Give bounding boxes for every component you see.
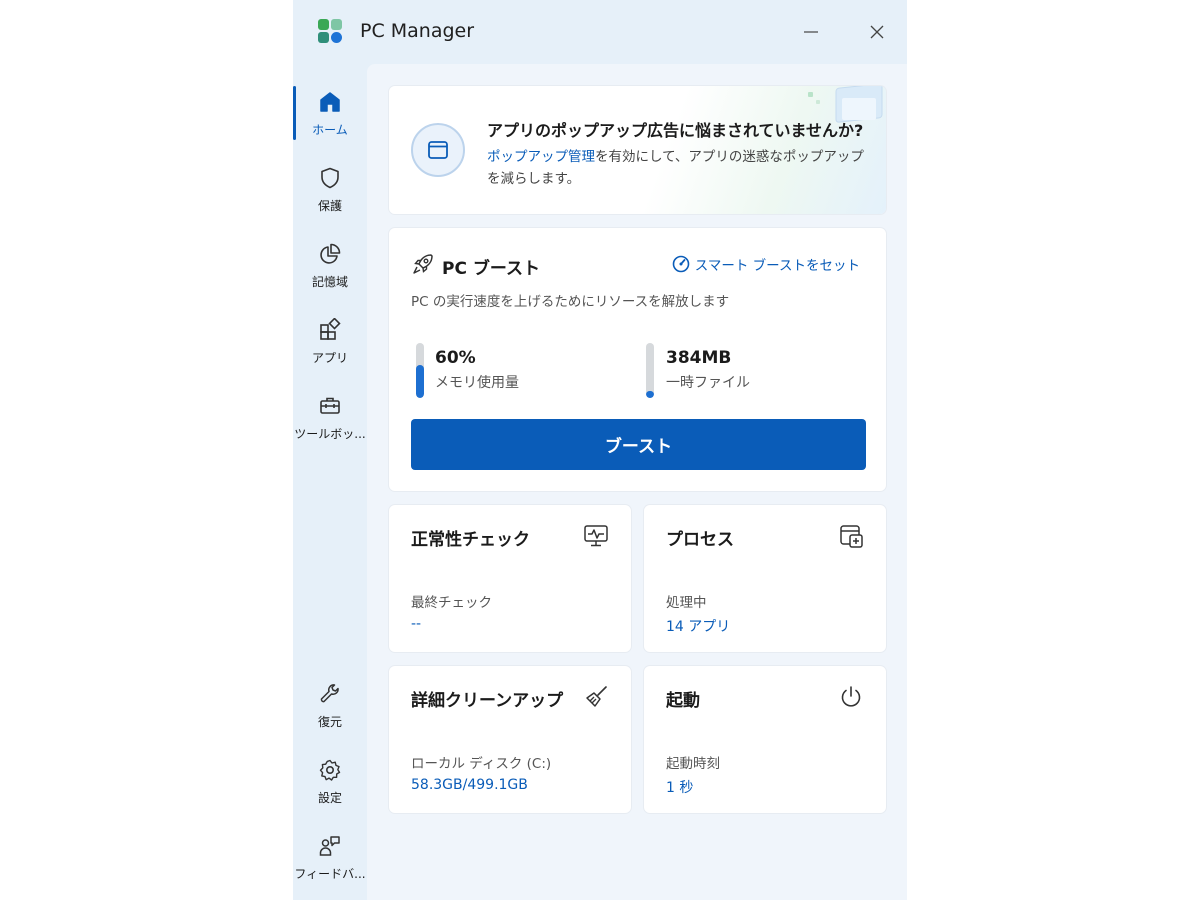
pc-boost-card: PC ブースト スマート ブーストをセット PC の実行速度を上げるためにリソー… [389, 228, 886, 491]
health-check-value: -- [411, 616, 422, 632]
sidebar-item-feedback[interactable]: フィードバ... [293, 828, 367, 898]
rocket-icon [413, 254, 433, 274]
sidebar-item-label: 設定 [317, 791, 342, 805]
popup-promo-card[interactable]: アプリのポップアップ広告に悩まされていませんか? ポップアップ管理を有効にして、… [389, 86, 886, 214]
home-icon [320, 92, 340, 112]
startup-title: 起動 [666, 691, 700, 711]
sidebar-item-storage[interactable]: 記憶域 [293, 236, 367, 306]
boost-description: PC の実行速度を上げるためにリソースを解放します [411, 294, 730, 310]
popup-window-icon [428, 141, 448, 159]
process-card[interactable]: プロセス 処理中 14 アプリ [644, 505, 886, 652]
sidebar-item-label: ホーム [312, 123, 348, 137]
sidebar-item-home[interactable]: ホーム [293, 84, 367, 154]
app-logo-icon [318, 19, 342, 43]
gear-icon [319, 759, 341, 781]
promo-illustration-icon [808, 86, 883, 123]
memory-usage-meter-fill [416, 365, 424, 398]
sidebar-item-label: 記憶域 [311, 275, 348, 289]
power-icon [841, 686, 861, 707]
health-check-subtitle: 最終チェック [411, 595, 492, 611]
feedback-icon [319, 836, 340, 856]
title-bar: PC Manager [293, 0, 907, 64]
process-subtitle: 処理中 [666, 595, 707, 611]
pc-manager-window: PC Manager ホーム 保護 記憶域 アプリ ツールボッ... 復元 設定… [293, 0, 907, 900]
close-icon [870, 25, 884, 39]
gauge-icon [672, 255, 690, 273]
health-check-card[interactable]: 正常性チェック 最終チェック -- [389, 505, 631, 652]
sidebar-item-label: フィードバ... [294, 867, 366, 881]
pie-chart-icon [320, 243, 341, 264]
wrench-icon [320, 684, 339, 703]
boost-button[interactable]: ブースト [411, 419, 866, 470]
sidebar-item-label: アプリ [311, 351, 348, 365]
window-add-icon [840, 525, 863, 548]
process-title: プロセス [666, 530, 734, 550]
sidebar-item-settings[interactable]: 設定 [293, 752, 367, 822]
boost-title: PC ブースト [442, 259, 541, 279]
startup-value: 1 秒 [666, 780, 694, 796]
smart-boost-link[interactable]: スマート ブーストをセット [672, 254, 860, 274]
toolbox-icon [320, 397, 340, 414]
memory-usage-label: メモリ使用量 [435, 375, 519, 391]
sidebar-item-restore[interactable]: 復元 [293, 676, 367, 746]
sidebar-item-label: ツールボッ... [294, 427, 366, 441]
temp-files-meter [646, 343, 654, 398]
popup-window-icon-badge [411, 123, 465, 177]
sidebar-item-protection[interactable]: 保護 [293, 160, 367, 230]
monitor-pulse-icon [584, 525, 608, 547]
main-content: アプリのポップアップ広告に悩まされていませんか? ポップアップ管理を有効にして、… [367, 64, 907, 900]
minimize-button[interactable] [791, 14, 831, 50]
app-title: PC Manager [360, 20, 475, 42]
smart-boost-label: スマート ブーストをセット [694, 258, 860, 274]
sidebar-item-label: 保護 [317, 199, 342, 213]
startup-card[interactable]: 起動 起動時刻 1 秒 [644, 666, 886, 813]
deep-cleanup-subtitle: ローカル ディスク (C:) [411, 756, 552, 772]
minimize-icon [804, 31, 818, 33]
sidebar-item-toolbox[interactable]: ツールボッ... [293, 388, 367, 458]
health-check-title: 正常性チェック [411, 530, 530, 550]
deep-cleanup-value: 58.3GB/499.1GB [411, 777, 528, 793]
memory-usage-meter [416, 343, 424, 398]
close-button[interactable] [857, 14, 897, 50]
apps-icon [320, 318, 341, 340]
deep-cleanup-card[interactable]: 詳細クリーンアップ ローカル ディスク (C:) 58.3GB/499.1GB [389, 666, 631, 813]
sidebar-item-apps[interactable]: アプリ [293, 312, 367, 382]
memory-usage-value: 60% [435, 348, 476, 368]
broom-icon [586, 686, 607, 707]
temp-files-value: 384MB [666, 348, 732, 368]
shield-icon [321, 167, 339, 189]
promo-description: ポップアップ管理を有効にして、アプリの迷惑なポップアップを減らします。 [487, 146, 877, 190]
popup-management-link[interactable]: ポップアップ管理 [487, 149, 595, 165]
process-value: 14 アプリ [666, 619, 731, 635]
sidebar-item-label: 復元 [317, 715, 342, 729]
startup-subtitle: 起動時刻 [666, 756, 720, 772]
deep-cleanup-title: 詳細クリーンアップ [411, 691, 564, 711]
temp-files-meter-fill [646, 391, 654, 398]
temp-files-label: 一時ファイル [666, 375, 750, 391]
